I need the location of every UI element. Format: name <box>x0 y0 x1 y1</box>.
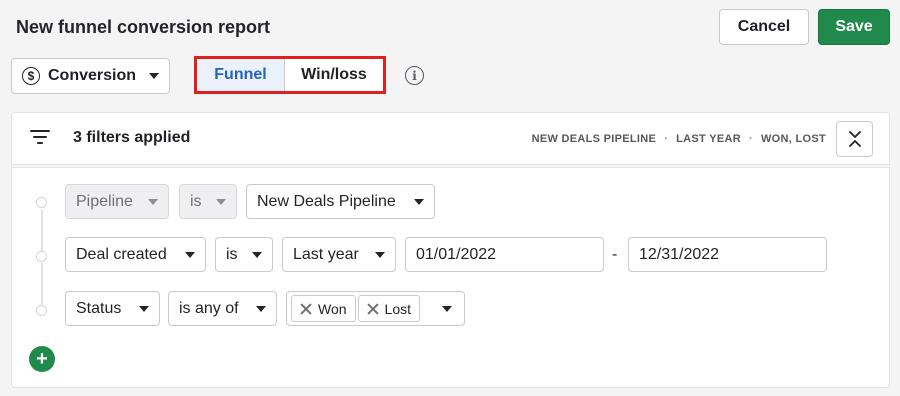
filter-value-select[interactable]: Last year <box>282 237 396 272</box>
summary-pipeline: NEW DEALS PIPELINE <box>531 133 657 145</box>
filter-field-label: Pipeline <box>76 192 133 210</box>
chevron-down-icon <box>375 251 385 258</box>
status-multiselect[interactable]: Won Lost <box>286 291 465 326</box>
chevron-down-icon <box>252 251 262 258</box>
date-from-input[interactable]: 01/01/2022 <box>405 237 604 272</box>
chip-label: Won <box>318 300 347 317</box>
chevron-down-icon <box>148 198 158 205</box>
chevron-down-icon <box>216 198 226 205</box>
filter-row-bullet <box>36 197 47 208</box>
filter-row-bullet <box>36 251 47 262</box>
chevron-down-icon <box>185 251 195 258</box>
chevron-down-icon <box>414 198 424 205</box>
remove-chip-icon[interactable] <box>367 303 379 315</box>
filter-icon[interactable] <box>30 128 52 146</box>
summary-separator: · <box>749 133 753 145</box>
filter-value-label: New Deals Pipeline <box>257 192 396 210</box>
chevron-down-icon <box>149 73 159 79</box>
date-to-input[interactable]: 12/31/2022 <box>628 237 827 272</box>
filters-applied-count: 3 filters applied <box>73 129 191 146</box>
dollar-circle-icon: $ <box>22 67 40 85</box>
filter-field-select: Pipeline <box>65 184 169 219</box>
chip-lost: Lost <box>357 295 421 322</box>
date-to-value: 12/31/2022 <box>639 245 720 263</box>
filter-field-select[interactable]: Deal created <box>65 237 206 272</box>
chevron-down-icon <box>139 305 149 312</box>
chevron-down-icon <box>256 305 266 312</box>
cancel-button[interactable]: Cancel <box>719 9 809 45</box>
filter-field-label: Deal created <box>76 245 167 263</box>
toggle-funnel[interactable]: Funnel <box>197 59 285 91</box>
toggle-win-loss[interactable]: Win/loss <box>285 59 383 91</box>
filter-operator-select[interactable]: is any of <box>168 291 277 326</box>
timeline-line <box>41 263 43 305</box>
filter-operator-select: is <box>179 184 237 219</box>
save-button[interactable]: Save <box>818 9 890 45</box>
add-filter-button[interactable]: + <box>29 346 55 372</box>
timeline-line <box>41 209 43 252</box>
chip-won: Won <box>291 295 356 322</box>
remove-chip-icon[interactable] <box>300 303 312 315</box>
collapse-filters-button[interactable] <box>836 121 873 157</box>
summary-period: LAST YEAR <box>676 133 741 145</box>
date-from-value: 01/01/2022 <box>416 245 497 263</box>
filter-row-bullet <box>36 305 47 316</box>
filter-field-label: Status <box>76 299 122 317</box>
chip-label: Lost <box>384 300 412 317</box>
filter-value-select[interactable]: New Deals Pipeline <box>246 184 435 219</box>
report-type-dropdown[interactable]: $ Conversion <box>11 58 170 94</box>
info-icon[interactable]: i <box>405 66 424 85</box>
chevron-down-icon[interactable] <box>442 305 452 312</box>
filter-operator-label: is <box>190 192 202 210</box>
summary-status: WON, LOST <box>760 133 826 145</box>
report-type-label: Conversion <box>48 67 137 84</box>
view-toggle: Funnel Win/loss <box>197 59 383 91</box>
filter-field-select[interactable]: Status <box>65 291 160 326</box>
filters-summary: NEW DEALS PIPELINE · LAST YEAR · WON, LO… <box>532 131 826 147</box>
filter-operator-label: is <box>226 245 238 263</box>
page-title: New funnel conversion report <box>16 17 271 37</box>
summary-separator: · <box>664 133 669 145</box>
filter-operator-label: is any of <box>179 299 239 317</box>
filter-value-label: Last year <box>293 245 359 263</box>
date-range-separator: - <box>612 246 618 263</box>
filter-operator-select[interactable]: is <box>215 237 273 272</box>
collapse-icon <box>848 131 861 147</box>
